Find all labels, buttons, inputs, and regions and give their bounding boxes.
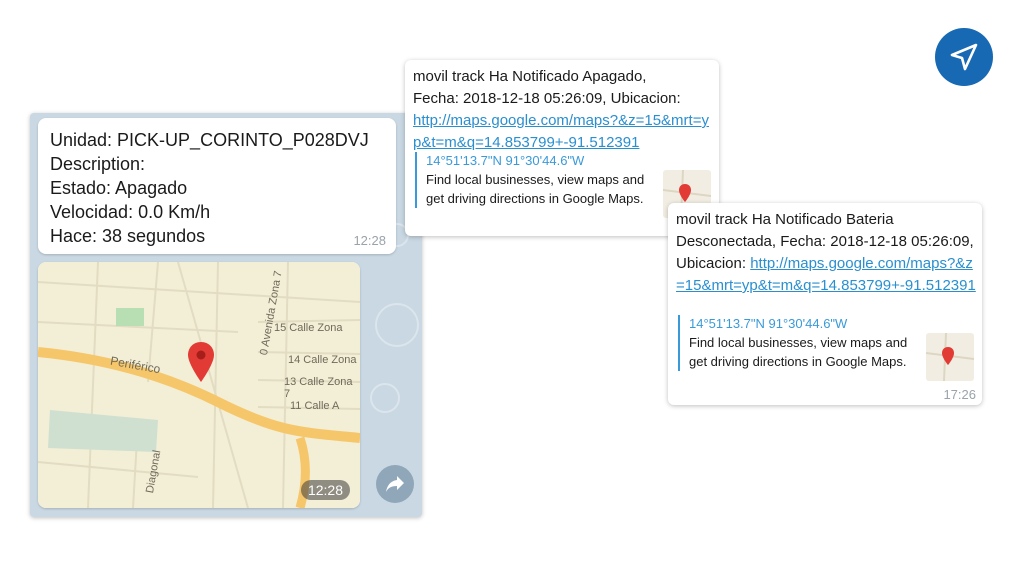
preview-title: 14°51'13.7"N 91°30'44.6"W xyxy=(689,316,848,331)
preview-description: Find local businesses, view maps and get… xyxy=(689,335,908,369)
state-line: Estado: Apagado xyxy=(50,178,188,198)
message-time: 17:26 xyxy=(943,387,976,402)
street-label: 11 Calle A xyxy=(290,400,340,412)
preview-title: 14°51'13.7"N 91°30'44.6"W xyxy=(426,153,585,168)
notification-text: movil track Ha Notificado Bateria Descon… xyxy=(676,209,976,297)
street-label: 14 Calle Zona xyxy=(288,354,357,366)
link-preview[interactable]: 14°51'13.7"N 91°30'44.6"W Find local bus… xyxy=(678,315,911,371)
description-line: Description: xyxy=(50,154,146,174)
share-button[interactable] xyxy=(376,465,414,503)
message-time: 12:28 xyxy=(353,233,386,248)
share-arrow-icon xyxy=(386,476,404,492)
map-view[interactable]: 15 Calle Zona 14 Calle Zona 13 Calle Zon… xyxy=(38,262,360,508)
map-thumbnail[interactable] xyxy=(926,333,974,381)
street-label: 15 Calle Zona xyxy=(274,322,343,334)
maps-link[interactable]: http://maps.google.com/maps?&z=15&mrt=yp… xyxy=(413,112,709,151)
notification-message: movil track Ha Notificado Bateria Descon… xyxy=(668,203,982,405)
location-map-message[interactable]: 15 Calle Zona 14 Calle Zona 13 Calle Zon… xyxy=(38,262,360,508)
notification-text: movil track Ha Notificado Apagado, Fecha… xyxy=(413,66,713,154)
unit-line: Unidad: PICK-UP_CORINTO_P028DVJ xyxy=(50,130,369,150)
notification-body: Fecha: 2018-12-18 05:26:09, Ubicacion: xyxy=(413,90,681,107)
preview-description: Find local businesses, view maps and get… xyxy=(426,172,645,206)
unit-status-message: Unidad: PICK-UP_CORINTO_P028DVJ Descript… xyxy=(38,118,396,254)
map-time: 12:28 xyxy=(300,480,350,500)
street-label: 13 Calle Zona 7 xyxy=(284,376,353,400)
elapsed-line: Hace: 38 segundos xyxy=(50,226,206,246)
link-preview[interactable]: 14°51'13.7"N 91°30'44.6"W Find local bus… xyxy=(415,152,648,208)
paper-plane-icon xyxy=(935,28,993,86)
notification-title: movil track Ha Notificado Apagado, xyxy=(413,68,647,85)
speed-line: Velocidad: 0.0 Km/h xyxy=(50,202,211,222)
map-pin-icon xyxy=(188,342,214,382)
